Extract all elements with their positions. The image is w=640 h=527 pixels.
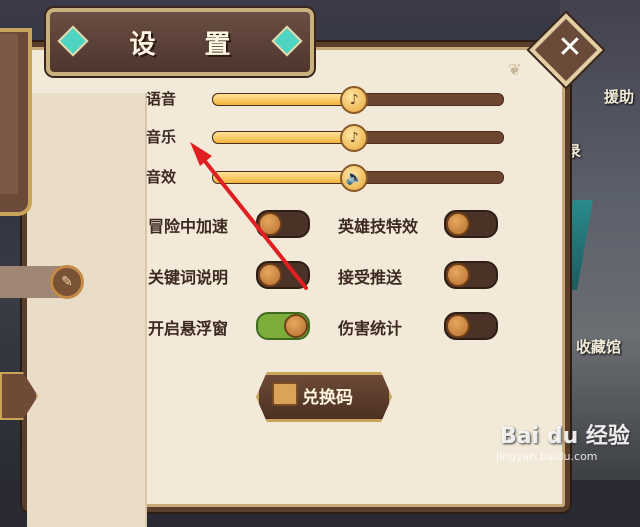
toggle-adventure-speed[interactable]: [256, 210, 310, 238]
watermark-url: jingyan.baidu.com: [496, 450, 598, 463]
toggle-knob: [446, 314, 470, 338]
slider-fill: [213, 172, 353, 183]
toggle-damage-stats[interactable]: [444, 312, 498, 340]
page-title: 设 置: [129, 30, 251, 60]
slider-label: 音乐: [146, 128, 177, 146]
panel-left-strip: [27, 93, 147, 527]
speaker-icon[interactable]: 🔈: [340, 164, 369, 192]
toggle-push-notifications[interactable]: [444, 261, 498, 289]
toggle-knob: [258, 212, 282, 236]
gift-icon[interactable]: [272, 382, 298, 406]
slider-track[interactable]: 🔈: [212, 164, 504, 192]
toggle-knob: [446, 212, 470, 236]
music-note-icon[interactable]: ♪: [340, 124, 369, 152]
left-tab-shield-inner: [0, 34, 18, 194]
slider-fill: [213, 94, 353, 105]
background-label-collection: 收藏馆: [576, 338, 622, 356]
slider-track[interactable]: ♪: [212, 124, 504, 152]
option-label-keyword-tips: 关键词说明: [148, 268, 229, 287]
toggle-floating-window[interactable]: [256, 312, 310, 340]
option-label-push-notifications: 接受推送: [338, 268, 403, 287]
toggle-hero-skill-effects[interactable]: [444, 210, 498, 238]
background-label-assist: 援助: [604, 88, 635, 106]
toggle-keyword-tips[interactable]: [256, 261, 310, 289]
corner-ornament-icon: ❦: [508, 60, 522, 79]
redeem-code-label[interactable]: 兑换码: [302, 383, 353, 408]
toggle-knob: [446, 263, 470, 287]
sfx-volume-slider[interactable]: 音效 🔈: [146, 164, 506, 192]
slider-label: 语音: [146, 90, 177, 108]
slider-fill: [213, 132, 353, 143]
slider-track[interactable]: ♪: [212, 86, 504, 114]
option-label-adventure-speed: 冒险中加速: [148, 217, 229, 236]
toggle-knob: [258, 263, 282, 287]
option-label-hero-skill-effects: 英雄技特效: [338, 217, 419, 236]
close-icon[interactable]: ✕: [548, 26, 592, 70]
watermark-logo: Bai du 经验: [500, 424, 630, 449]
option-label-damage-stats: 伤害统计: [338, 319, 403, 338]
voice-volume-slider[interactable]: 语音 ♪: [146, 86, 506, 114]
slider-label: 音效: [146, 168, 177, 186]
quill-icon[interactable]: ✎: [50, 265, 84, 299]
music-volume-slider[interactable]: 音乐 ♪: [146, 124, 506, 152]
toggle-knob: [284, 314, 308, 338]
music-note-icon[interactable]: ♪: [340, 86, 369, 114]
option-label-floating-window: 开启悬浮窗: [148, 319, 229, 338]
title-banner: 设 置: [46, 8, 314, 76]
